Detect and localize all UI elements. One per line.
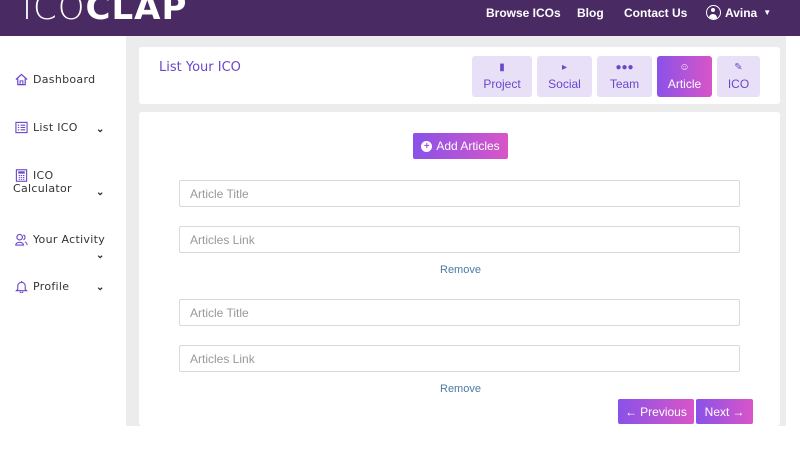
tab-team[interactable]: ●●● Team: [597, 56, 652, 97]
edit-icon: ✎: [734, 62, 743, 73]
list-icon: [15, 121, 28, 134]
tab-ico[interactable]: ✎ ICO: [717, 56, 760, 97]
sidebar-item-label-line2: Calculator: [13, 182, 72, 195]
next-button[interactable]: Next →: [696, 399, 753, 424]
chevron-down-icon[interactable]: ⌄: [96, 250, 104, 261]
article-link-input[interactable]: [179, 226, 740, 253]
sidebar-item-dashboard[interactable]: Dashboard: [15, 73, 95, 86]
nav-blog[interactable]: Blog: [577, 6, 604, 20]
article-title-input[interactable]: [179, 180, 740, 207]
add-articles-button[interactable]: + Add Articles: [413, 133, 508, 159]
arrow-left-icon: ←: [625, 404, 638, 419]
chevron-down-icon[interactable]: ⌄: [96, 124, 104, 135]
user-name: Avina: [725, 5, 758, 20]
tab-label: Social: [548, 77, 581, 91]
group-icon: ●●●: [615, 62, 634, 73]
nav-browse-icos[interactable]: Browse ICOs: [486, 6, 561, 20]
file-icon: ▮: [499, 62, 505, 73]
sidebar-item-list-ico[interactable]: List ICO: [15, 121, 78, 134]
tab-social[interactable]: ▸ Social: [537, 56, 592, 97]
remove-article-link[interactable]: Remove: [440, 264, 481, 276]
sidebar-item-label: List ICO: [33, 121, 78, 134]
logo-light-text: ICO: [22, 0, 86, 28]
tab-label: ICO: [727, 77, 750, 91]
logo-bold-text: CLAP: [85, 0, 188, 28]
user-circle-icon: [706, 5, 721, 20]
user-menu[interactable]: Avina ▼: [706, 5, 771, 20]
tab-label: Article: [667, 77, 702, 91]
top-navbar: ICOCLAP Browse ICOs Blog Contact Us Avin…: [0, 0, 800, 36]
page-title: List Your ICO: [159, 60, 241, 75]
sidebar-item-label: Your Activity: [33, 233, 106, 246]
sidebar: Dashboard List ICO ⌄ ICO Calculator ⌄ Yo…: [0, 36, 126, 426]
step-tabs: ▮ Project ▸ Social ●●● Team ☺ Article ✎ …: [472, 56, 760, 97]
sidebar-item-label: Profile: [33, 280, 70, 293]
articles-form: + Add Articles Remove Remove ← Previous …: [139, 112, 780, 426]
sidebar-item-label-line1: ICO: [33, 169, 54, 182]
users-icon: [15, 233, 28, 246]
sidebar-item-profile[interactable]: Profile: [15, 280, 69, 293]
arrow-right-icon: →: [732, 404, 745, 419]
sidebar-item-label: Dashboard: [33, 73, 96, 86]
next-label: Next: [704, 404, 730, 419]
home-icon: [15, 73, 28, 86]
header-card: List Your ICO ▮ Project ▸ Social ●●● Tea…: [139, 47, 780, 104]
megaphone-icon: ▸: [561, 62, 568, 73]
remove-article-link[interactable]: Remove: [440, 383, 481, 395]
bell-icon: [15, 280, 28, 293]
nav-contact-us[interactable]: Contact Us: [624, 6, 687, 20]
previous-label: Previous: [640, 404, 687, 419]
ico-clap-logo[interactable]: ICOCLAP: [22, 0, 187, 28]
calculator-icon: [15, 169, 28, 182]
chevron-down-icon[interactable]: ⌄: [96, 187, 104, 198]
article-link-input[interactable]: [179, 345, 740, 372]
article-title-input[interactable]: [179, 299, 740, 326]
sidebar-item-your-activity[interactable]: Your Activity: [15, 233, 105, 246]
add-articles-label: Add Articles: [436, 139, 500, 153]
plus-circle-icon: +: [421, 140, 433, 152]
sidebar-item-ico-calculator[interactable]: ICO Calculator: [13, 169, 72, 195]
previous-button[interactable]: ← Previous: [618, 399, 694, 424]
tab-label: Project: [483, 77, 521, 91]
caret-down-icon: ▼: [763, 8, 772, 17]
tab-label: Team: [609, 77, 640, 91]
chevron-down-icon[interactable]: ⌄: [96, 282, 104, 293]
tab-project[interactable]: ▮ Project: [472, 56, 532, 97]
tab-article[interactable]: ☺ Article: [657, 56, 712, 97]
smile-icon: ☺: [679, 62, 690, 73]
